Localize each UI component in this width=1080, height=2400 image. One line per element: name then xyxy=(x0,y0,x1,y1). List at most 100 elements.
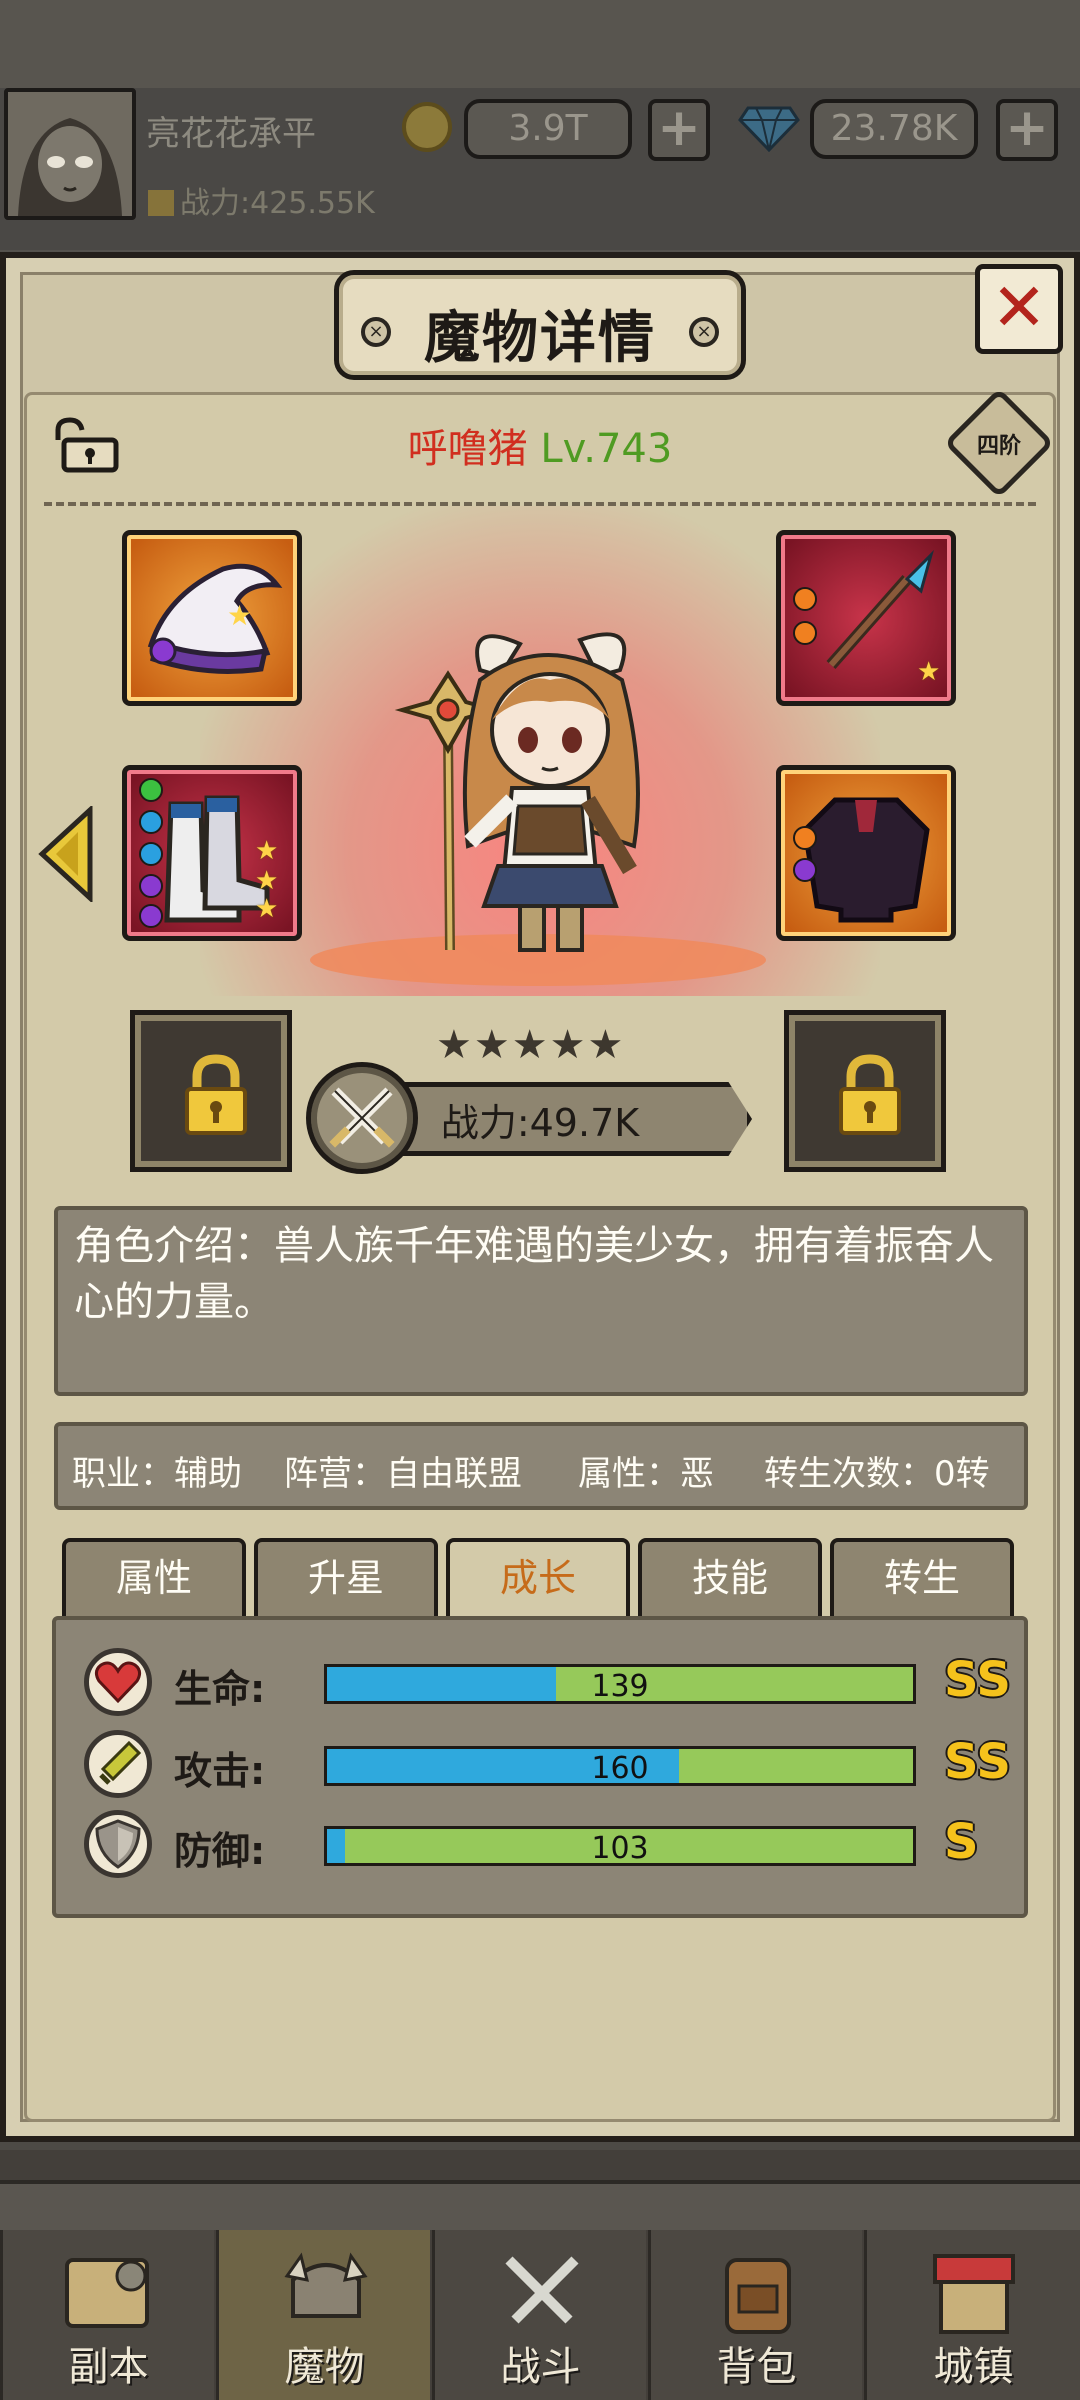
stat-label-def: 防御: xyxy=(174,1829,266,1873)
coat-icon xyxy=(802,797,930,923)
tab-rebirth[interactable]: 转生 xyxy=(830,1538,1014,1620)
stat-value-hp: 139 xyxy=(591,1669,649,1704)
player-avatar[interactable] xyxy=(4,88,136,220)
padlock-icon xyxy=(839,1054,901,1135)
power-emblem xyxy=(306,1062,418,1174)
title-plate: × 魔物详情 × xyxy=(334,270,746,380)
monster-intro: 角色介绍：兽人族千年难遇的美少女，拥有着振奋人心的力量。 xyxy=(54,1206,1028,1396)
stat-grade-def: S xyxy=(944,1814,979,1870)
dialog-title: 魔物详情 xyxy=(424,306,656,371)
bolt-right-icon: × xyxy=(689,317,719,347)
stat-bar-def: 103 xyxy=(324,1826,916,1866)
gem-orange-icon xyxy=(793,587,817,611)
map-icon xyxy=(65,2258,149,2328)
monster-info-row: 职业：辅助 阵营：自由联盟 属性：恶 转生次数：0转 xyxy=(54,1422,1028,1510)
sword-icon xyxy=(84,1730,152,1798)
monster-name-line: 呼噜猪 Lv.743 xyxy=(0,416,1080,474)
nav-town-label: 城镇 xyxy=(933,2344,1014,2390)
stat-bar-hp: 139 xyxy=(324,1664,916,1704)
bottom-nav-strip xyxy=(0,2180,1080,2230)
tab-growth[interactable]: 成长 xyxy=(446,1538,630,1624)
nav-backpack-label: 背包 xyxy=(716,2344,797,2390)
rating-star-icon: ★ xyxy=(473,1022,510,1068)
tab-star-up[interactable]: 升星 xyxy=(254,1538,438,1620)
rating-star-icon: ★ xyxy=(436,1022,472,1068)
rank-label: 四阶 xyxy=(976,434,1021,459)
svg-text:★: ★ xyxy=(227,599,252,632)
tab-attributes[interactable]: 属性 xyxy=(62,1538,246,1620)
monster-name: 呼噜猪 xyxy=(407,426,528,472)
nav-dungeon[interactable]: 副本 xyxy=(0,2230,214,2400)
nav-backpack[interactable]: 背包 xyxy=(648,2230,862,2400)
detail-tabs: 属性 升星 成长 技能 转生 xyxy=(62,1538,1020,1624)
star-icon: ★ xyxy=(255,836,279,866)
town-icon xyxy=(933,2254,1015,2334)
crossed-swords-icon xyxy=(329,1087,395,1148)
bottom-navigation: 副本 魔物 战斗 背包 城镇 xyxy=(0,2150,1080,2400)
stat-grade-hp: SS xyxy=(944,1652,1011,1708)
nav-monster[interactable]: 魔物 xyxy=(216,2230,430,2400)
locked-slot-left[interactable] xyxy=(130,1010,292,1172)
gem-blue-icon xyxy=(139,810,163,834)
tab-skills[interactable]: 技能 xyxy=(638,1538,822,1620)
player-power: 战力:425.55K xyxy=(148,178,375,222)
locked-slot-right[interactable] xyxy=(784,1010,946,1172)
nav-battle[interactable]: 战斗 xyxy=(432,2230,646,2400)
gold-coin-icon xyxy=(402,102,452,152)
equip-slot-boots[interactable]: ★ ★ ★ xyxy=(122,765,302,941)
equip-slot-armor[interactable] xyxy=(776,765,956,941)
add-gold-button[interactable]: + xyxy=(648,99,710,161)
player-power-text: 战力:425.55K xyxy=(180,186,375,221)
stat-label-hp: 生命: xyxy=(174,1667,266,1711)
swords-icon xyxy=(505,2256,579,2324)
stat-value-def: 103 xyxy=(591,1831,649,1866)
nav-battle-label: 战斗 xyxy=(500,2344,581,2390)
stat-value-atk: 160 xyxy=(591,1751,649,1786)
attr-info: 属性：恶 xyxy=(578,1454,714,1494)
add-gem-button[interactable]: + xyxy=(996,99,1058,161)
job-info: 职业：辅助 xyxy=(72,1454,242,1494)
stat-bar-atk: 160 xyxy=(324,1746,916,1786)
gem-purple-icon xyxy=(139,874,163,898)
nav-dungeon-label: 副本 xyxy=(68,2344,149,2390)
top-bar: 亮花花承平 战力:425.55K 3.9T + 23.78K + xyxy=(0,0,1080,250)
camp-info: 阵营：自由联盟 xyxy=(284,1454,522,1494)
rating-star-icon: ★ xyxy=(511,1022,548,1068)
previous-monster-arrow[interactable] xyxy=(36,806,94,902)
gem-orange-icon xyxy=(793,621,817,645)
shield-icon xyxy=(84,1810,152,1878)
nav-monster-label: 魔物 xyxy=(284,2344,365,2390)
gem-purple-icon xyxy=(139,904,163,928)
wizard-hat-icon: ★ xyxy=(147,563,283,674)
top-bar-backdrop xyxy=(0,0,1080,88)
stat-label-atk: 攻击: xyxy=(174,1749,266,1793)
gem-blue-icon xyxy=(139,842,163,866)
gold-amount: 3.9T xyxy=(464,99,632,159)
backpack-icon xyxy=(725,2258,791,2334)
monster-level: Lv.743 xyxy=(540,426,673,472)
monster-icon xyxy=(284,2252,368,2318)
rebirth-info: 转生次数：0转 xyxy=(764,1454,990,1494)
close-button[interactable]: ✕ xyxy=(975,264,1063,354)
gem-green-icon xyxy=(139,778,163,802)
star-icon: ★ xyxy=(255,894,279,924)
stat-grade-atk: SS xyxy=(944,1734,1011,1790)
rating-star-icon: ★ xyxy=(587,1022,624,1068)
gem-amount: 23.78K xyxy=(810,99,978,159)
star-icon: ★ xyxy=(917,657,941,687)
avatar-portrait-icon xyxy=(8,92,132,216)
gem-orange-icon xyxy=(793,826,817,850)
heart-icon xyxy=(84,1648,152,1716)
monster-character-image xyxy=(394,632,640,952)
equip-slot-hat[interactable]: ★ xyxy=(122,530,302,706)
gem-icon xyxy=(738,106,800,152)
equip-slot-weapon[interactable]: ★ xyxy=(776,530,956,706)
star-icon: ★ xyxy=(255,866,279,896)
nav-town[interactable]: 城镇 xyxy=(864,2230,1080,2400)
gem-purple-icon xyxy=(793,858,817,882)
power-emblem-icon xyxy=(148,190,174,216)
rating-star-icon: ★ xyxy=(549,1022,586,1068)
padlock-icon xyxy=(185,1054,247,1135)
player-name: 亮花花承平 xyxy=(146,114,316,154)
star-rating: ★★★★★ xyxy=(436,1022,656,1068)
